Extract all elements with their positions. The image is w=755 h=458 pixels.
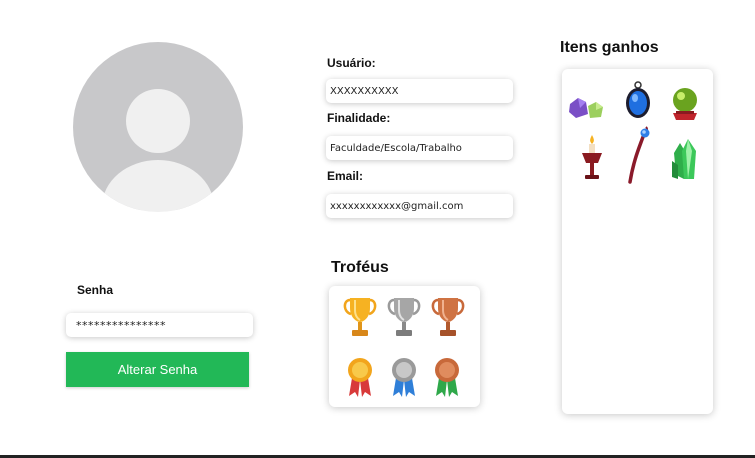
silver-medal-icon [392,358,416,397]
password-label: Senha [77,283,114,297]
password-field[interactable]: *************** [66,313,253,337]
candle-goblet-icon [582,135,602,179]
email-field[interactable]: xxxxxxxxxxxx@gmail.com [326,194,513,218]
items-panel [562,69,713,414]
user-field[interactable]: XXXXXXXXXX [326,79,513,103]
bronze-medal-icon [435,358,459,397]
gold-trophy-icon [343,298,377,336]
gold-medal-icon [348,358,372,397]
bronze-trophy-icon [431,298,465,336]
purpose-field[interactable]: Faculdade/Escola/Trabalho [326,136,513,160]
email-label: Email: [327,169,364,183]
silver-trophy-icon [387,298,421,336]
trophies-title: Troféus [331,259,389,276]
crystals-icon [569,98,603,118]
trophies-panel [329,286,480,407]
green-crystal-icon [672,139,696,179]
items-title: Itens ganhos [560,39,659,56]
purpose-label: Finalidade: [327,111,391,125]
change-password-button[interactable]: Alterar Senha [66,352,249,387]
magic-staff-icon [628,126,650,184]
crystal-ball-icon [673,88,697,120]
avatar [73,42,243,212]
mirror-amulet-icon [626,81,650,118]
avatar-head [126,89,190,153]
user-label: Usuário: [327,56,376,70]
